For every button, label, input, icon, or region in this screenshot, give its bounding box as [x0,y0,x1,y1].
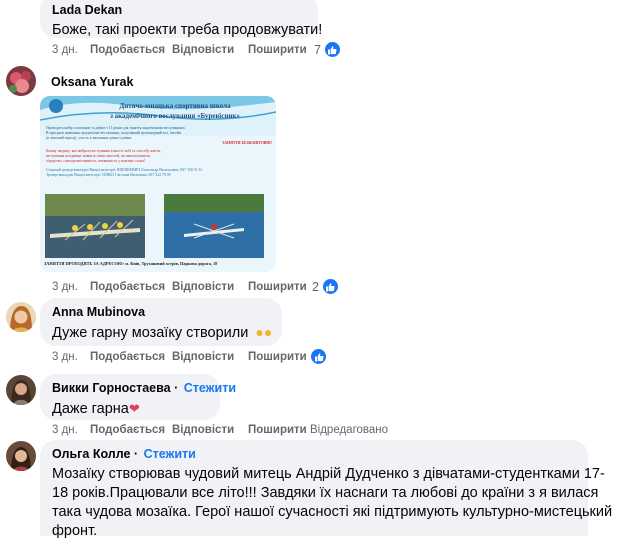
comment-bubble: Викки Горностаева · Стежити Даже гарна❤ [40,374,237,420]
comment-text: Мозаїку створював чудовий митець Андрій … [52,466,613,539]
heart-emoji-icon: ❤ [128,401,140,416]
thumbs-up-icon [310,348,327,365]
comment-time[interactable]: 3 дн. [52,279,78,295]
comment-text: Дуже гарну мозаїку створили ●● [52,323,273,343]
follow-button[interactable]: Стежити [184,381,236,395]
like-button[interactable]: Подобається [90,349,165,365]
reaction-count: 2 [312,279,319,294]
reply-button[interactable]: Відповісти [172,349,234,365]
share-button[interactable]: Поширити [248,422,307,438]
poster-photo-rowing-team [45,194,145,258]
reply-button[interactable]: Відповісти [172,279,234,295]
comment-author[interactable]: Anna Mubinova [52,304,270,320]
comment-bubble: Ольга Колле · Стежити Мозаїку створював … [40,440,612,539]
thumbs-up-icon [323,41,341,58]
reaction-summary[interactable]: 2 [312,278,339,295]
comment-time[interactable]: 3 дн. [52,422,78,438]
comment-text: Боже, такі проекти треба продовжувати! [52,22,323,38]
comment-author-line: Викки Горностаева · Стежити [52,381,237,395]
avatar[interactable] [6,375,36,405]
poster-title: Дитячо-юнацька спортивна школа [119,102,231,110]
comment-author[interactable]: Lada Dekan [52,2,306,18]
comment-text-content: Дуже гарну мозаїку створили [52,325,249,341]
avatar[interactable] [6,302,36,332]
like-button[interactable]: Подобається [90,42,165,58]
share-button[interactable]: Поширити [248,349,307,365]
reply-button[interactable]: Відповісти [172,422,234,438]
like-button[interactable]: Подобається [90,279,165,295]
comment-bubble: Lada Dekan Боже, такі проекти треба прод… [40,0,323,38]
comment-author[interactable]: Ольга Колле [52,447,130,461]
reaction-count: 7 [314,42,321,57]
edited-label[interactable]: Відредаговано [310,422,388,438]
share-button[interactable]: Поширити [248,42,307,58]
poster-address: ЗАНЯТТЯ ПРОХОДЯТЬ ЗА АДРЕСОЮ: м. Київ, Т… [44,261,218,266]
comment-text-content: Даже гарна [52,401,129,417]
reaction-summary[interactable] [310,348,327,365]
avatar[interactable] [6,66,36,96]
reply-button[interactable]: Відповісти [172,42,234,58]
avatar[interactable] [6,441,36,471]
comment-time[interactable]: 3 дн. [52,42,78,58]
clapping-hands-emoji-icon: ●● [255,324,273,340]
comment-time[interactable]: 3 дн. [52,349,78,365]
poster-subtitle: з академічного веслування «Буревісник» [110,112,240,120]
comment-bubble: Anna Mubinova Дуже гарну мозаїку створил… [40,298,282,346]
follow-button[interactable]: Стежити [144,447,196,461]
comment-author[interactable]: Викки Горностаева [52,381,171,395]
reaction-summary[interactable]: 7 [314,41,341,58]
comment-image-poster[interactable]: Дитячо-юнацька спортивна школа з академі… [40,96,276,272]
poster-body: Проводить набір хлопчиків та дівчат з 11… [46,126,272,177]
comment-text: Даже гарна❤ [52,399,208,419]
thumbs-up-icon [321,278,339,295]
poster-photo-single-scull [164,194,264,258]
comment-author-line: Ольга Колле · Стежити [52,447,196,461]
share-button[interactable]: Поширити [248,279,307,295]
like-button[interactable]: Подобається [90,422,165,438]
comment-author[interactable]: Oksana Yurak [51,74,133,90]
